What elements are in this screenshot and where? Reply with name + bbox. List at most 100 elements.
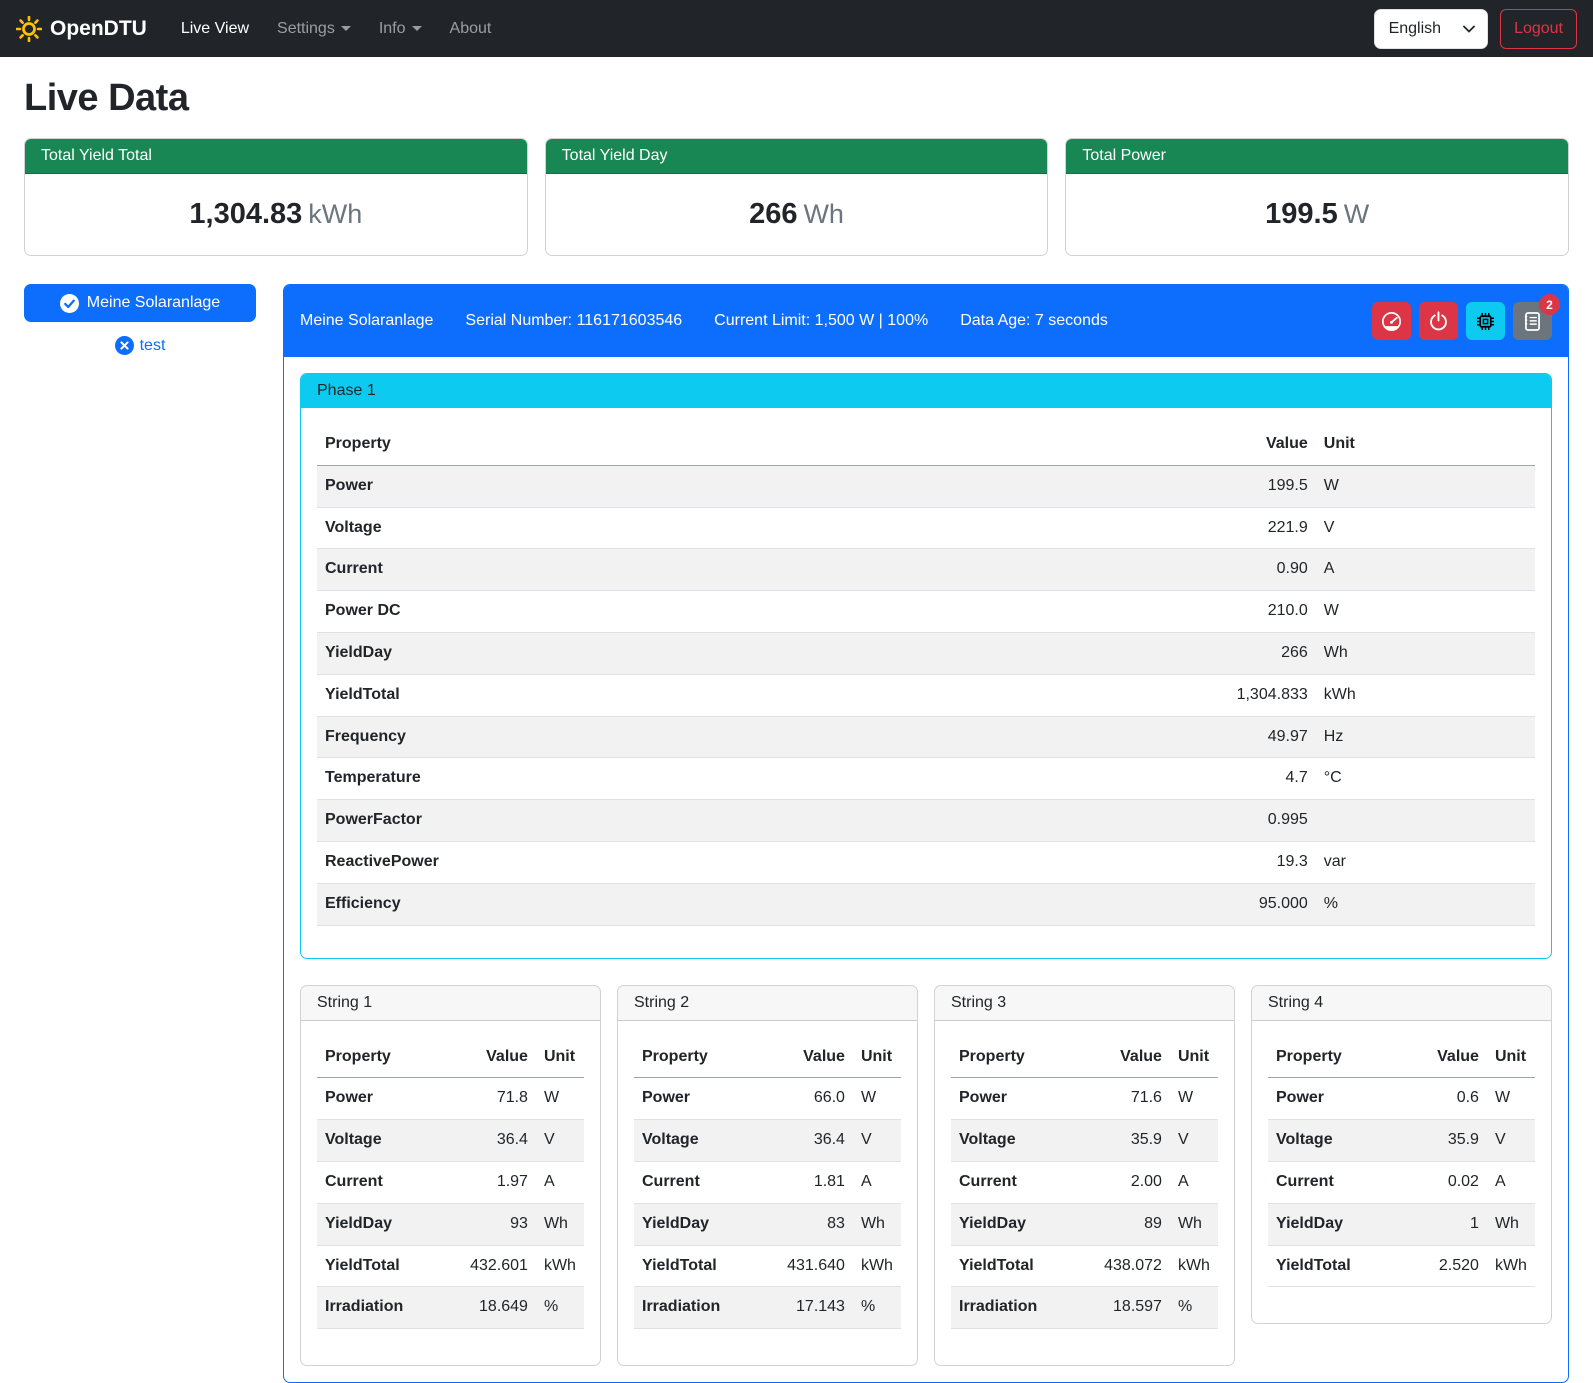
device-info-button[interactable] [1466,302,1505,340]
navbar: OpenDTU Live View Settings Info About En… [0,0,1593,57]
cpu-icon [1475,311,1496,332]
chevron-down-icon [1463,25,1475,33]
unit-cell [1316,800,1535,842]
string-table-head: Property Value Unit [1268,1037,1535,1078]
table-row: Voltage221.9V [317,507,1535,549]
column-header-unit: Unit [536,1037,584,1078]
value-cell: 89 [1096,1203,1170,1245]
unit-cell: kWh [1316,674,1535,716]
table-row: YieldTotal431.640kWh [634,1245,901,1287]
value-cell: 221.9 [1048,507,1316,549]
value-cell: 71.8 [462,1078,536,1120]
property-cell: Power [634,1078,779,1120]
logout-button[interactable]: Logout [1500,9,1577,49]
value-cell: 36.4 [462,1120,536,1162]
summary-value: 266 [749,198,797,230]
unit-cell: V [853,1120,901,1162]
event-count-badge: 2 [1539,294,1560,315]
unit-cell: % [1316,883,1535,925]
value-cell: 210.0 [1048,591,1316,633]
property-cell: Temperature [317,758,1048,800]
string-card-title: String 2 [618,986,917,1021]
summary-unit: W [1344,199,1369,229]
value-cell: 71.6 [1096,1078,1170,1120]
value-cell: 49.97 [1048,716,1316,758]
inverter-panel: Meine Solaranlage Serial Number: 1161716… [283,284,1569,1383]
table-row: Current1.97A [317,1161,584,1203]
property-cell: ReactivePower [317,841,1048,883]
limit-settings-button[interactable] [1372,302,1411,340]
unit-cell: A [1316,549,1535,591]
summary-value: 199.5 [1265,198,1338,230]
page-title: Live Data [24,77,1569,120]
unit-cell: var [1316,841,1535,883]
inverter-panel-header: Meine Solaranlage Serial Number: 1161716… [284,285,1568,357]
main-container: Live Data Total Yield Total 1,304.83kWh … [0,57,1593,1383]
caret-down-icon [412,26,422,31]
table-row: PowerFactor0.995 [317,800,1535,842]
power-icon [1428,311,1449,332]
column-header-property: Property [951,1037,1096,1078]
column-header-property: Property [1268,1037,1428,1078]
unit-cell: W [1316,465,1535,507]
phase-card-title: Phase 1 [301,374,1551,408]
language-select[interactable]: English [1374,9,1488,49]
value-cell: 35.9 [1428,1120,1487,1162]
main-row: Meine Solaranlage test Meine Solaranlage… [24,284,1569,1383]
table-header-row: Property Value Unit [317,424,1535,465]
property-cell: Current [951,1161,1096,1203]
value-cell: 35.9 [1096,1120,1170,1162]
value-cell: 266 [1048,632,1316,674]
table-row: YieldDay83Wh [634,1203,901,1245]
inverter-sidebar: Meine Solaranlage test [24,284,256,355]
sun-icon [16,16,42,42]
value-cell: 0.6 [1428,1078,1487,1120]
event-log-button[interactable]: 2 [1513,302,1552,340]
nav-item-live-view[interactable]: Live View [171,12,259,46]
unit-cell: kWh [1487,1245,1535,1287]
summary-row: Total Yield Total 1,304.83kWh Total Yiel… [24,138,1569,256]
unit-cell: V [1170,1120,1218,1162]
power-button[interactable] [1419,302,1458,340]
table-row: YieldTotal438.072kWh [951,1245,1218,1287]
table-header-row: Property Value Unit [951,1037,1218,1078]
nav-links: Live View Settings Info About [171,12,502,46]
string-table-head: Property Value Unit [317,1037,584,1078]
table-row: YieldTotal432.601kWh [317,1245,584,1287]
summary-unit: Wh [803,199,844,229]
brand[interactable]: OpenDTU [16,16,147,42]
unit-cell: °C [1316,758,1535,800]
property-cell: Voltage [634,1120,779,1162]
strings-row: String 1 Property Value Unit [300,985,1552,1367]
column-header-unit: Unit [1170,1037,1218,1078]
nav-item-label: Live View [181,20,249,38]
phase-card: Phase 1 Property Value Unit Power199.5WV… [300,373,1552,959]
inverter-select-button[interactable]: Meine Solaranlage [24,284,256,322]
unit-cell: W [1316,591,1535,633]
unit-cell: A [1487,1161,1535,1203]
unit-cell: % [853,1287,901,1329]
summary-card-body: 199.5W [1066,174,1568,255]
string-table-head: Property Value Unit [951,1037,1218,1078]
inverter-serial: Serial Number: 116171603546 [465,312,682,330]
summary-card-title: Total Yield Day [546,139,1048,174]
nav-item-settings[interactable]: Settings [267,12,361,46]
nav-item-about[interactable]: About [440,12,502,46]
nav-item-info[interactable]: Info [369,12,432,46]
value-cell: 95.000 [1048,883,1316,925]
unit-cell: V [1316,507,1535,549]
value-cell: 2.00 [1096,1161,1170,1203]
nav-item-label: About [450,20,492,38]
value-cell: 83 [779,1203,853,1245]
property-cell: Frequency [317,716,1048,758]
value-cell: 0.995 [1048,800,1316,842]
unit-cell: W [1487,1078,1535,1120]
sidebar-item-test[interactable]: test [24,336,256,355]
property-cell: YieldDay [634,1203,779,1245]
string-card-3: String 3 Property Value Unit [934,985,1235,1367]
column-header-value: Value [462,1037,536,1078]
summary-card-total-yield-total: Total Yield Total 1,304.83kWh [24,138,528,256]
unit-cell: kWh [853,1245,901,1287]
string-table-body: Power66.0WVoltage36.4VCurrent1.81AYieldD… [634,1078,901,1329]
string-card-body: Property Value Unit Power71.8WVoltage36.… [301,1021,600,1366]
